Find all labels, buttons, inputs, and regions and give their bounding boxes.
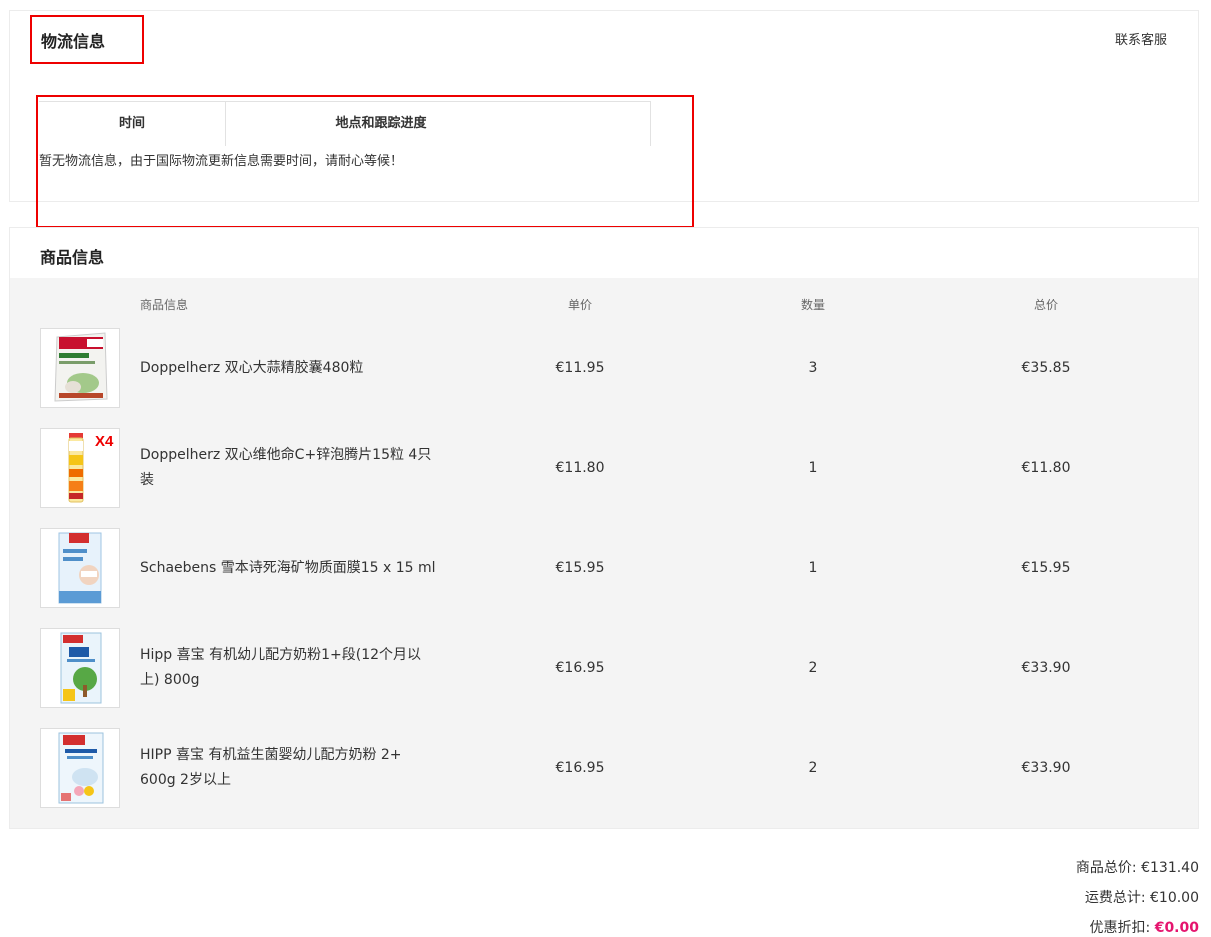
goods-total-line: 商品总价: €131.40 — [1076, 857, 1199, 877]
quantity: 1 — [808, 460, 818, 476]
highlight-box-tracking — [36, 95, 694, 228]
discount-line: 优惠折扣: €0.00 — [1090, 917, 1199, 937]
product-thumbnail[interactable] — [40, 528, 120, 608]
unit-price: €16.95 — [555, 660, 605, 676]
goods-row: Doppelherz 双心大蒜精胶囊480粒 €11.95 3 €35.85 — [10, 328, 1198, 408]
product-name[interactable]: Hipp 喜宝 有机幼儿配方奶粉1+段(12个月以上) 800g — [140, 643, 440, 693]
goods-panel: 商品信息 商品信息 单价 数量 总价 Doppelherz 双心大蒜精胶囊480… — [9, 227, 1199, 829]
hipp-bio-box-icon — [60, 632, 102, 704]
face-mask-sachet-icon — [58, 532, 102, 604]
shipping-value: €10.00 — [1150, 890, 1199, 906]
quantity: 2 — [808, 660, 818, 676]
quantity: 2 — [808, 760, 818, 776]
quantity: 1 — [808, 560, 818, 576]
total-price: €33.90 — [1021, 760, 1071, 776]
total-price: €33.90 — [1021, 660, 1071, 676]
total-price: €15.95 — [1021, 560, 1071, 576]
shipping-total-line: 运费总计: €10.00 — [1085, 887, 1199, 907]
product-thumbnail[interactable] — [40, 628, 120, 708]
product-thumbnail[interactable] — [40, 728, 120, 808]
goods-row: Hipp 喜宝 有机幼儿配方奶粉1+段(12个月以上) 800g €16.95 … — [10, 628, 1198, 708]
goods-row: Schaebens 雪本诗死海矿物质面膜15 x 15 ml €15.95 1 … — [10, 528, 1198, 608]
header-goods-info: 商品信息 — [140, 298, 189, 312]
discount-value: €0.00 — [1154, 920, 1199, 936]
unit-price: €15.95 — [555, 560, 605, 576]
goods-row: HIPP 喜宝 有机益生菌婴幼儿配方奶粉 2+ 600g 2岁以上 €16.95… — [10, 728, 1198, 808]
highlight-box-title — [30, 15, 144, 64]
unit-price: €11.80 — [555, 460, 605, 476]
product-thumbnail[interactable]: X4 — [40, 428, 120, 508]
hipp-kindermilch-box-icon — [58, 732, 104, 804]
discount-label: 优惠折扣: — [1089, 920, 1151, 936]
effervescent-tube-icon: X4 — [68, 433, 114, 503]
product-name[interactable]: HIPP 喜宝 有机益生菌婴幼儿配方奶粉 2+ 600g 2岁以上 — [140, 743, 440, 793]
total-price: €11.80 — [1021, 460, 1071, 476]
goods-total-value: €131.40 — [1141, 860, 1199, 876]
goods-total-label: 商品总价: — [1075, 860, 1137, 876]
header-total: 总价 — [1033, 298, 1059, 312]
garlic-capsule-box-icon — [54, 332, 108, 402]
quantity: 3 — [808, 360, 818, 376]
unit-price: €16.95 — [555, 760, 605, 776]
header-quantity: 数量 — [800, 298, 826, 312]
goods-title: 商品信息 — [40, 248, 105, 267]
product-name[interactable]: Doppelherz 双心大蒜精胶囊480粒 — [140, 356, 363, 381]
goods-row: X4 Doppelherz 双心维他命C+锌泡腾片15粒 4只装 €11.80 … — [10, 428, 1198, 508]
product-name[interactable]: Schaebens 雪本诗死海矿物质面膜15 x 15 ml — [140, 556, 436, 581]
product-name[interactable]: Doppelherz 双心维他命C+锌泡腾片15粒 4只装 — [140, 443, 440, 493]
goods-table: 商品信息 单价 数量 总价 Doppelherz 双心大蒜精胶囊480粒 €11… — [10, 278, 1198, 828]
pack-badge: X4 — [95, 433, 114, 450]
shipping-label: 运费总计: — [1084, 890, 1146, 906]
total-price: €35.85 — [1021, 360, 1071, 376]
contact-service-link[interactable]: 联系客服 — [1115, 29, 1167, 48]
unit-price: €11.95 — [555, 360, 605, 376]
header-unit-price: 单价 — [567, 298, 593, 312]
product-thumbnail[interactable] — [40, 328, 120, 408]
